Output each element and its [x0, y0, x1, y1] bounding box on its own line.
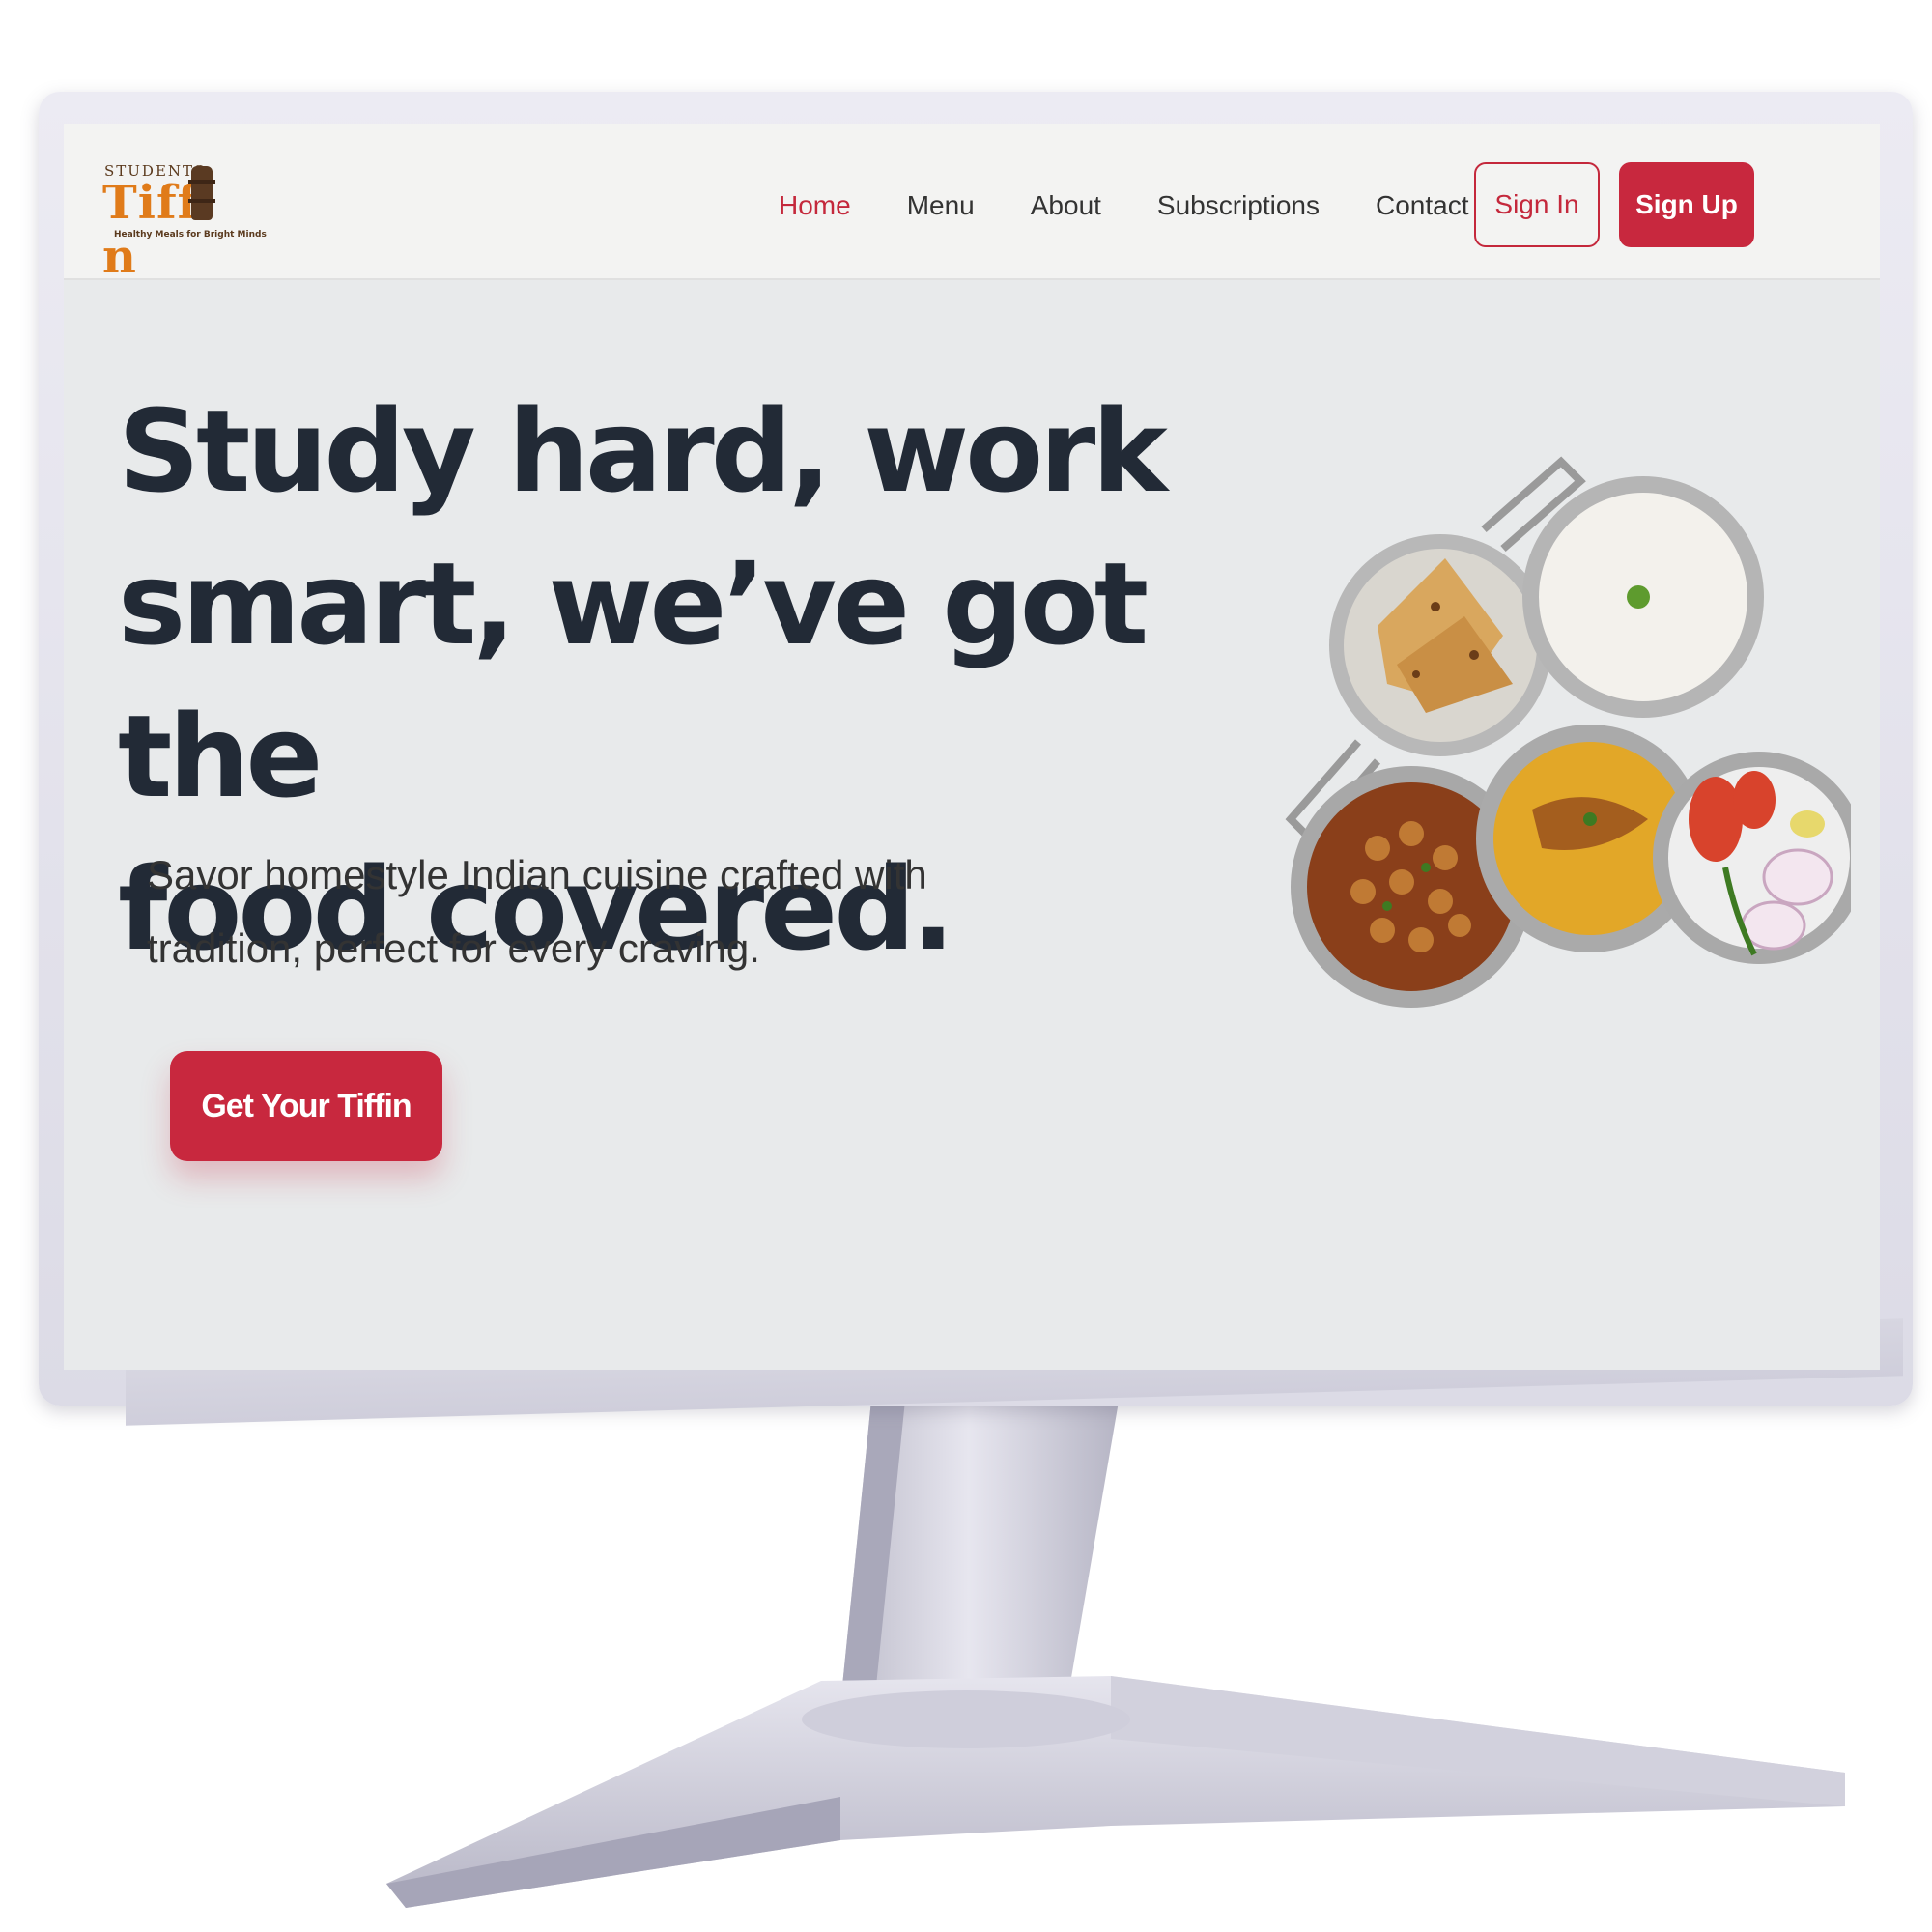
nav-home[interactable]: Home	[779, 182, 851, 230]
website-screen: STUDENTS Tiff n Healthy Meals for Bright…	[64, 124, 1880, 1370]
brand-logo[interactable]: STUDENTS Tiff n Healthy Meals for Bright…	[102, 162, 267, 284]
sign-up-button[interactable]: Sign Up	[1619, 162, 1754, 247]
nav-contact[interactable]: Contact	[1376, 182, 1469, 230]
tiffin-food-icon	[1285, 456, 1851, 1008]
hero-title-line-2: smart, we’ve got the	[118, 537, 1149, 823]
logo-tagline: Healthy Meals for Bright Minds	[114, 230, 267, 240]
tiffin-jar-icon	[188, 166, 215, 220]
nav-about[interactable]: About	[1031, 182, 1101, 230]
monitor-mockup: STUDENTS Tiff n Healthy Meals for Bright…	[0, 0, 1932, 1932]
nav-subscriptions[interactable]: Subscriptions	[1157, 182, 1320, 230]
sign-in-button[interactable]: Sign In	[1474, 162, 1600, 247]
hero-subtitle: Savor homestyle Indian cuisine crafted w…	[147, 838, 939, 985]
get-your-tiffin-button[interactable]: Get Your Tiffin	[170, 1051, 442, 1161]
navbar: STUDENTS Tiff n Healthy Meals for Bright…	[64, 124, 1880, 284]
hero-subtitle-line-1: Savor homestyle Indian cuisine crafted w…	[147, 852, 927, 897]
nav-menu[interactable]: Menu	[907, 182, 975, 230]
hero-subtitle-line-2: tradition, perfect for every craving.	[147, 925, 760, 971]
nav-links: Home Menu About Subscriptions Contact	[779, 182, 1469, 230]
hero-title-line-1: Study hard, work	[118, 384, 1168, 518]
